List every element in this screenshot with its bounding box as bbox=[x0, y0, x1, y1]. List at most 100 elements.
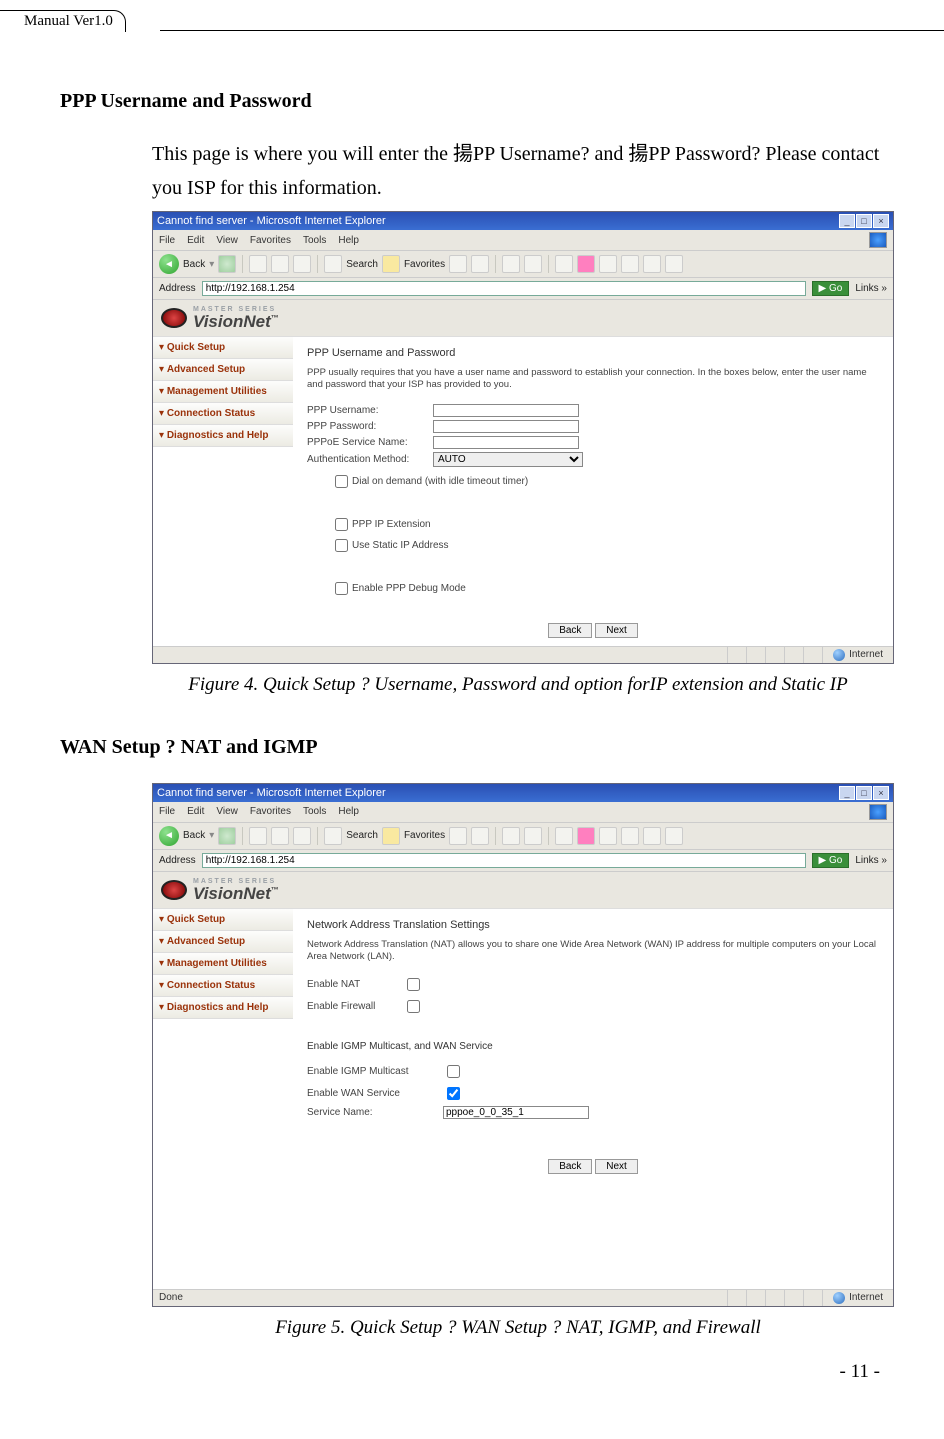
next-button[interactable]: Next bbox=[595, 1159, 638, 1174]
search-label[interactable]: Search bbox=[346, 830, 378, 841]
back-button[interactable]: Back bbox=[548, 1159, 592, 1174]
address-input[interactable] bbox=[202, 853, 806, 868]
mail-icon[interactable] bbox=[502, 827, 520, 845]
search-label[interactable]: Search bbox=[346, 259, 378, 270]
checkbox-ppp-ip-extension[interactable] bbox=[335, 518, 348, 531]
stop-icon[interactable] bbox=[249, 255, 267, 273]
print-icon[interactable] bbox=[524, 827, 542, 845]
home-icon[interactable] bbox=[293, 255, 311, 273]
window-controls[interactable]: _□× bbox=[838, 214, 889, 228]
input-pppoe-service[interactable] bbox=[433, 436, 579, 449]
ie-logo-icon bbox=[869, 804, 887, 820]
next-button[interactable]: Next bbox=[595, 623, 638, 638]
ie-toolbar[interactable]: ◄ Back ▾ Search Favorites bbox=[153, 823, 893, 850]
media-icon[interactable] bbox=[449, 255, 467, 273]
checkbox-enable-igmp[interactable] bbox=[447, 1065, 460, 1078]
menu-favorites[interactable]: Favorites bbox=[250, 235, 291, 246]
mail-icon[interactable] bbox=[502, 255, 520, 273]
stop-icon[interactable] bbox=[249, 827, 267, 845]
history-icon[interactable] bbox=[471, 255, 489, 273]
extra-icon-6[interactable] bbox=[665, 827, 683, 845]
input-ppp-user[interactable] bbox=[433, 404, 579, 417]
print-icon[interactable] bbox=[524, 255, 542, 273]
forward-icon[interactable] bbox=[218, 827, 236, 845]
go-button[interactable]: ▶ Go bbox=[812, 853, 850, 868]
sidebar-item-quick-setup[interactable]: Quick Setup bbox=[153, 909, 293, 931]
extra-icon-2[interactable] bbox=[577, 827, 595, 845]
favorites-icon[interactable] bbox=[382, 827, 400, 845]
menu-edit[interactable]: Edit bbox=[187, 235, 204, 246]
favorites-label[interactable]: Favorites bbox=[404, 830, 445, 841]
extra-icon-1[interactable] bbox=[555, 255, 573, 273]
refresh-icon[interactable] bbox=[271, 255, 289, 273]
checkbox-static-ip[interactable] bbox=[335, 539, 348, 552]
links-label[interactable]: Links » bbox=[855, 855, 887, 866]
extra-icon-6[interactable] bbox=[665, 255, 683, 273]
menu-view[interactable]: View bbox=[216, 235, 238, 246]
checkbox-enable-nat[interactable] bbox=[407, 978, 420, 991]
menu-help[interactable]: Help bbox=[338, 235, 359, 246]
extra-icon-2[interactable] bbox=[577, 255, 595, 273]
window-controls[interactable]: _□× bbox=[838, 786, 889, 800]
links-label[interactable]: Links » bbox=[855, 283, 887, 294]
menu-favorites[interactable]: Favorites bbox=[250, 806, 291, 817]
close-icon[interactable]: × bbox=[873, 786, 889, 800]
extra-icon-4[interactable] bbox=[621, 255, 639, 273]
minimize-icon[interactable]: _ bbox=[839, 786, 855, 800]
input-service-name[interactable] bbox=[443, 1106, 589, 1119]
extra-icon-1[interactable] bbox=[555, 827, 573, 845]
ie-address-bar[interactable]: Address ▶ Go Links » bbox=[153, 850, 893, 872]
menu-tools[interactable]: Tools bbox=[303, 806, 326, 817]
maximize-icon[interactable]: □ bbox=[856, 214, 872, 228]
extra-icon-3[interactable] bbox=[599, 827, 617, 845]
checkbox-enable-wan[interactable] bbox=[447, 1087, 460, 1100]
history-icon[interactable] bbox=[471, 827, 489, 845]
back-button[interactable]: Back bbox=[548, 623, 592, 638]
menu-file[interactable]: File bbox=[159, 235, 175, 246]
extra-icon-4[interactable] bbox=[621, 827, 639, 845]
back-icon[interactable]: ◄ bbox=[159, 826, 179, 846]
home-icon[interactable] bbox=[293, 827, 311, 845]
sidebar-item-advanced-setup[interactable]: Advanced Setup bbox=[153, 359, 293, 381]
extra-icon-5[interactable] bbox=[643, 827, 661, 845]
sidebar-item-management-utilities[interactable]: Management Utilities bbox=[153, 381, 293, 403]
back-label[interactable]: Back bbox=[183, 259, 205, 270]
favorites-icon[interactable] bbox=[382, 255, 400, 273]
menu-file[interactable]: File bbox=[159, 806, 175, 817]
favorites-label[interactable]: Favorites bbox=[404, 259, 445, 270]
forward-icon[interactable] bbox=[218, 255, 236, 273]
sidebar-item-advanced-setup[interactable]: Advanced Setup bbox=[153, 931, 293, 953]
media-icon[interactable] bbox=[449, 827, 467, 845]
address-input[interactable] bbox=[202, 281, 806, 296]
checkbox-ppp-debug[interactable] bbox=[335, 582, 348, 595]
ie-toolbar[interactable]: ◄ Back ▾ Search Favorites bbox=[153, 251, 893, 278]
ie-address-bar[interactable]: Address ▶ Go Links » bbox=[153, 278, 893, 300]
input-ppp-pass[interactable] bbox=[433, 420, 579, 433]
ie-menubar[interactable]: File Edit View Favorites Tools Help bbox=[153, 230, 893, 251]
sidebar-item-quick-setup[interactable]: Quick Setup bbox=[153, 337, 293, 359]
sidebar-item-diagnostics-help[interactable]: Diagnostics and Help bbox=[153, 997, 293, 1019]
extra-icon-5[interactable] bbox=[643, 255, 661, 273]
menu-help[interactable]: Help bbox=[338, 806, 359, 817]
search-icon[interactable] bbox=[324, 255, 342, 273]
back-label[interactable]: Back bbox=[183, 830, 205, 841]
menu-edit[interactable]: Edit bbox=[187, 806, 204, 817]
sidebar-item-connection-status[interactable]: Connection Status bbox=[153, 975, 293, 997]
checkbox-enable-firewall[interactable] bbox=[407, 1000, 420, 1013]
ie-menubar[interactable]: File Edit View Favorites Tools Help bbox=[153, 802, 893, 823]
menu-tools[interactable]: Tools bbox=[303, 235, 326, 246]
close-icon[interactable]: × bbox=[873, 214, 889, 228]
minimize-icon[interactable]: _ bbox=[839, 214, 855, 228]
checkbox-dial-on-demand[interactable] bbox=[335, 475, 348, 488]
sidebar-item-connection-status[interactable]: Connection Status bbox=[153, 403, 293, 425]
sidebar-item-diagnostics-help[interactable]: Diagnostics and Help bbox=[153, 425, 293, 447]
refresh-icon[interactable] bbox=[271, 827, 289, 845]
search-icon[interactable] bbox=[324, 827, 342, 845]
menu-view[interactable]: View bbox=[216, 806, 238, 817]
back-icon[interactable]: ◄ bbox=[159, 254, 179, 274]
maximize-icon[interactable]: □ bbox=[856, 786, 872, 800]
go-button[interactable]: ▶ Go bbox=[812, 281, 850, 296]
select-auth-method[interactable]: AUTO bbox=[433, 452, 583, 467]
sidebar-item-management-utilities[interactable]: Management Utilities bbox=[153, 953, 293, 975]
extra-icon-3[interactable] bbox=[599, 255, 617, 273]
